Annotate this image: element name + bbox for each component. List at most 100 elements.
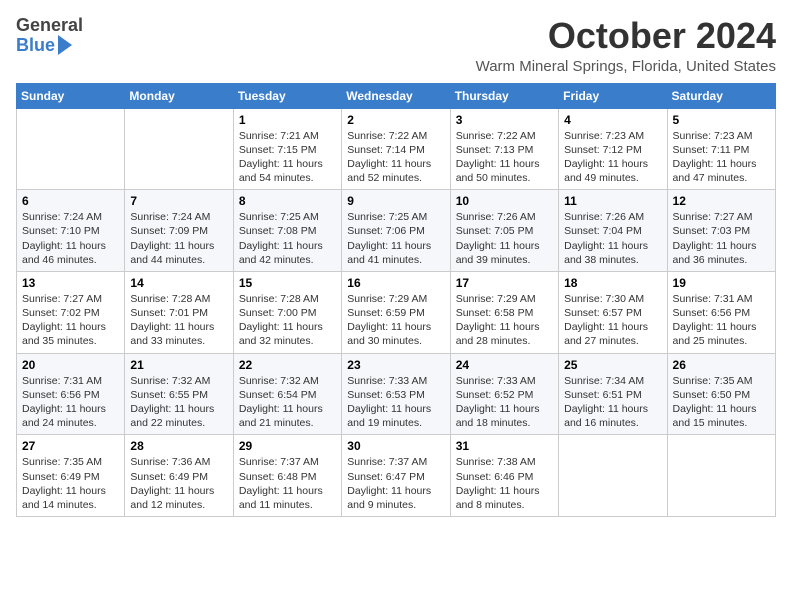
day-number: 23 xyxy=(347,358,444,372)
col-saturday: Saturday xyxy=(667,83,775,108)
day-info: Sunrise: 7:27 AMSunset: 7:02 PMDaylight:… xyxy=(22,292,119,349)
day-number: 30 xyxy=(347,439,444,453)
calendar-cell: 18 Sunrise: 7:30 AMSunset: 6:57 PMDayligh… xyxy=(559,271,667,353)
calendar-cell: 28Sunrise: 7:36 AMSunset: 6:49 PMDayligh… xyxy=(125,435,233,517)
day-info: Sunrise: 7:23 AMSunset: 7:11 PMDaylight:… xyxy=(673,129,770,186)
calendar-cell: 19 Sunrise: 7:31 AMSunset: 6:56 PMDayligh… xyxy=(667,271,775,353)
day-info: Sunrise: 7:22 AMSunset: 7:13 PMDaylight:… xyxy=(456,129,553,186)
day-info: Sunrise: 7:29 AMSunset: 6:59 PMDaylight:… xyxy=(347,292,444,349)
day-number: 20 xyxy=(22,358,119,372)
calendar-table: Sunday Monday Tuesday Wednesday Thursday… xyxy=(16,83,776,517)
calendar-cell xyxy=(17,108,125,190)
day-info: Sunrise: 7:21 AMSunset: 7:15 PMDaylight:… xyxy=(239,129,336,186)
day-info: Sunrise: 7:30 AMSunset: 6:57 PMDaylight:… xyxy=(564,292,661,349)
calendar-cell: 22 Sunrise: 7:32 AMSunset: 6:54 PMDayligh… xyxy=(233,353,341,435)
day-info: Sunrise: 7:31 AMSunset: 6:56 PMDaylight:… xyxy=(22,374,119,431)
calendar-cell: 4 Sunrise: 7:23 AMSunset: 7:12 PMDaylight… xyxy=(559,108,667,190)
calendar-cell: 26Sunrise: 7:35 AMSunset: 6:50 PMDayligh… xyxy=(667,353,775,435)
day-number: 12 xyxy=(673,194,770,208)
calendar-cell: 27Sunrise: 7:35 AMSunset: 6:49 PMDayligh… xyxy=(17,435,125,517)
logo-arrow-icon xyxy=(58,35,72,55)
calendar-cell: 30 Sunrise: 7:37 AMSunset: 6:47 PMDayligh… xyxy=(342,435,450,517)
calendar-week-2: 6 Sunrise: 7:24 AMSunset: 7:10 PMDaylight… xyxy=(17,190,776,272)
calendar-cell: 25 Sunrise: 7:34 AMSunset: 6:51 PMDayligh… xyxy=(559,353,667,435)
day-number: 21 xyxy=(130,358,227,372)
day-number: 13 xyxy=(22,276,119,290)
day-info: Sunrise: 7:29 AMSunset: 6:58 PMDaylight:… xyxy=(456,292,553,349)
day-number: 3 xyxy=(456,113,553,127)
day-info: Sunrise: 7:27 AMSunset: 7:03 PMDaylight:… xyxy=(673,210,770,267)
calendar-cell: 5 Sunrise: 7:23 AMSunset: 7:11 PMDaylight… xyxy=(667,108,775,190)
day-info: Sunrise: 7:24 AMSunset: 7:09 PMDaylight:… xyxy=(130,210,227,267)
day-number: 29 xyxy=(239,439,336,453)
day-number: 25 xyxy=(564,358,661,372)
day-info: Sunrise: 7:24 AMSunset: 7:10 PMDaylight:… xyxy=(22,210,119,267)
day-info: Sunrise: 7:37 AMSunset: 6:47 PMDaylight:… xyxy=(347,455,444,512)
day-number: 28 xyxy=(130,439,227,453)
calendar-cell: 23 Sunrise: 7:33 AMSunset: 6:53 PMDayligh… xyxy=(342,353,450,435)
day-number: 8 xyxy=(239,194,336,208)
month-title: October 2024 xyxy=(476,16,776,56)
day-number: 19 xyxy=(673,276,770,290)
calendar-cell: 11 Sunrise: 7:26 AMSunset: 7:04 PMDayligh… xyxy=(559,190,667,272)
calendar-body: 1Sunrise: 7:21 AMSunset: 7:15 PMDaylight… xyxy=(17,108,776,516)
calendar-cell: 8 Sunrise: 7:25 AMSunset: 7:08 PMDaylight… xyxy=(233,190,341,272)
day-number: 15 xyxy=(239,276,336,290)
day-number: 31 xyxy=(456,439,553,453)
calendar-cell: 21Sunrise: 7:32 AMSunset: 6:55 PMDayligh… xyxy=(125,353,233,435)
calendar-cell xyxy=(125,108,233,190)
location-subtitle: Warm Mineral Springs, Florida, United St… xyxy=(476,58,776,75)
calendar-week-4: 20 Sunrise: 7:31 AMSunset: 6:56 PMDayligh… xyxy=(17,353,776,435)
calendar-cell: 3 Sunrise: 7:22 AMSunset: 7:13 PMDaylight… xyxy=(450,108,558,190)
calendar-header: Sunday Monday Tuesday Wednesday Thursday… xyxy=(17,83,776,108)
calendar-cell: 17 Sunrise: 7:29 AMSunset: 6:58 PMDayligh… xyxy=(450,271,558,353)
day-number: 9 xyxy=(347,194,444,208)
calendar-cell: 6 Sunrise: 7:24 AMSunset: 7:10 PMDaylight… xyxy=(17,190,125,272)
title-block: October 2024 Warm Mineral Springs, Flori… xyxy=(476,16,776,75)
day-info: Sunrise: 7:38 AMSunset: 6:46 PMDaylight:… xyxy=(456,455,553,512)
day-number: 26 xyxy=(673,358,770,372)
col-wednesday: Wednesday xyxy=(342,83,450,108)
col-sunday: Sunday xyxy=(17,83,125,108)
calendar-cell: 29 Sunrise: 7:37 AMSunset: 6:48 PMDayligh… xyxy=(233,435,341,517)
day-number: 5 xyxy=(673,113,770,127)
col-thursday: Thursday xyxy=(450,83,558,108)
day-info: Sunrise: 7:28 AMSunset: 7:01 PMDaylight:… xyxy=(130,292,227,349)
day-number: 4 xyxy=(564,113,661,127)
calendar-cell: 20 Sunrise: 7:31 AMSunset: 6:56 PMDayligh… xyxy=(17,353,125,435)
calendar-cell: 15 Sunrise: 7:28 AMSunset: 7:00 PMDayligh… xyxy=(233,271,341,353)
day-number: 6 xyxy=(22,194,119,208)
day-number: 17 xyxy=(456,276,553,290)
day-info: Sunrise: 7:26 AMSunset: 7:05 PMDaylight:… xyxy=(456,210,553,267)
calendar-cell xyxy=(667,435,775,517)
calendar-cell: 7 Sunrise: 7:24 AMSunset: 7:09 PMDaylight… xyxy=(125,190,233,272)
page-header: General Blue October 2024 Warm Mineral S… xyxy=(16,16,776,75)
calendar-cell: 16Sunrise: 7:29 AMSunset: 6:59 PMDayligh… xyxy=(342,271,450,353)
day-info: Sunrise: 7:37 AMSunset: 6:48 PMDaylight:… xyxy=(239,455,336,512)
day-info: Sunrise: 7:32 AMSunset: 6:54 PMDaylight:… xyxy=(239,374,336,431)
day-info: Sunrise: 7:34 AMSunset: 6:51 PMDaylight:… xyxy=(564,374,661,431)
day-info: Sunrise: 7:31 AMSunset: 6:56 PMDaylight:… xyxy=(673,292,770,349)
day-number: 2 xyxy=(347,113,444,127)
calendar-cell: 24Sunrise: 7:33 AMSunset: 6:52 PMDayligh… xyxy=(450,353,558,435)
calendar-cell: 1Sunrise: 7:21 AMSunset: 7:15 PMDaylight… xyxy=(233,108,341,190)
day-info: Sunrise: 7:26 AMSunset: 7:04 PMDaylight:… xyxy=(564,210,661,267)
day-number: 7 xyxy=(130,194,227,208)
calendar-week-3: 13 Sunrise: 7:27 AMSunset: 7:02 PMDayligh… xyxy=(17,271,776,353)
day-number: 22 xyxy=(239,358,336,372)
calendar-week-1: 1Sunrise: 7:21 AMSunset: 7:15 PMDaylight… xyxy=(17,108,776,190)
day-info: Sunrise: 7:23 AMSunset: 7:12 PMDaylight:… xyxy=(564,129,661,186)
calendar-cell: 13 Sunrise: 7:27 AMSunset: 7:02 PMDayligh… xyxy=(17,271,125,353)
day-number: 11 xyxy=(564,194,661,208)
calendar-cell: 12 Sunrise: 7:27 AMSunset: 7:03 PMDayligh… xyxy=(667,190,775,272)
day-number: 18 xyxy=(564,276,661,290)
day-info: Sunrise: 7:33 AMSunset: 6:53 PMDaylight:… xyxy=(347,374,444,431)
day-info: Sunrise: 7:25 AMSunset: 7:08 PMDaylight:… xyxy=(239,210,336,267)
day-info: Sunrise: 7:28 AMSunset: 7:00 PMDaylight:… xyxy=(239,292,336,349)
header-row: Sunday Monday Tuesday Wednesday Thursday… xyxy=(17,83,776,108)
logo-general: General xyxy=(16,16,83,36)
day-number: 10 xyxy=(456,194,553,208)
day-number: 24 xyxy=(456,358,553,372)
calendar-cell: 9Sunrise: 7:25 AMSunset: 7:06 PMDaylight… xyxy=(342,190,450,272)
calendar-cell: 2Sunrise: 7:22 AMSunset: 7:14 PMDaylight… xyxy=(342,108,450,190)
